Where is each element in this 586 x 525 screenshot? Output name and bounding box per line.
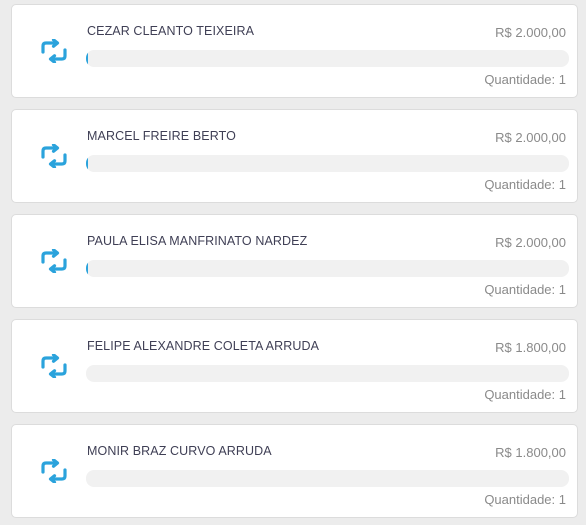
list-item[interactable]: MONIR BRAZ CURVO ARRUDA R$ 1.800,00 Quan… bbox=[11, 424, 578, 518]
item-name: MONIR BRAZ CURVO ARRUDA bbox=[87, 444, 272, 458]
retweet-icon bbox=[39, 249, 69, 273]
item-price: R$ 2.000,00 bbox=[495, 25, 566, 40]
item-price: R$ 2.000,00 bbox=[495, 235, 566, 250]
retweet-icon bbox=[39, 354, 69, 378]
item-name: FELIPE ALEXANDRE COLETA ARRUDA bbox=[87, 339, 320, 353]
list-item[interactable]: CEZAR CLEANTO TEIXEIRA R$ 2.000,00 Quant… bbox=[11, 4, 578, 98]
item-quantity: Quantidade: 1 bbox=[484, 282, 566, 297]
progress-bar-fill bbox=[86, 155, 88, 172]
item-quantity: Quantidade: 1 bbox=[484, 387, 566, 402]
purchase-list: CEZAR CLEANTO TEIXEIRA R$ 2.000,00 Quant… bbox=[0, 0, 586, 525]
progress-bar bbox=[86, 470, 569, 487]
item-name: MARCEL FREIRE BERTO bbox=[87, 129, 236, 143]
item-quantity: Quantidade: 1 bbox=[484, 492, 566, 507]
item-quantity: Quantidade: 1 bbox=[484, 177, 566, 192]
list-item[interactable]: PAULA ELISA MANFRINATO NARDEZ R$ 2.000,0… bbox=[11, 214, 578, 308]
item-name: PAULA ELISA MANFRINATO NARDEZ bbox=[87, 234, 308, 248]
list-item[interactable]: FELIPE ALEXANDRE COLETA ARRUDA R$ 1.800,… bbox=[11, 319, 578, 413]
item-price: R$ 2.000,00 bbox=[495, 130, 566, 145]
retweet-icon bbox=[39, 39, 69, 63]
progress-bar bbox=[86, 365, 569, 382]
item-price: R$ 1.800,00 bbox=[495, 340, 566, 355]
retweet-icon bbox=[39, 144, 69, 168]
progress-bar bbox=[86, 50, 569, 67]
progress-bar-fill bbox=[86, 260, 88, 277]
progress-bar bbox=[86, 155, 569, 172]
item-price: R$ 1.800,00 bbox=[495, 445, 566, 460]
item-name: CEZAR CLEANTO TEIXEIRA bbox=[87, 24, 255, 38]
progress-bar-fill bbox=[86, 50, 88, 67]
item-quantity: Quantidade: 1 bbox=[484, 72, 566, 87]
retweet-icon bbox=[39, 459, 69, 483]
list-item[interactable]: MARCEL FREIRE BERTO R$ 2.000,00 Quantida… bbox=[11, 109, 578, 203]
progress-bar bbox=[86, 260, 569, 277]
